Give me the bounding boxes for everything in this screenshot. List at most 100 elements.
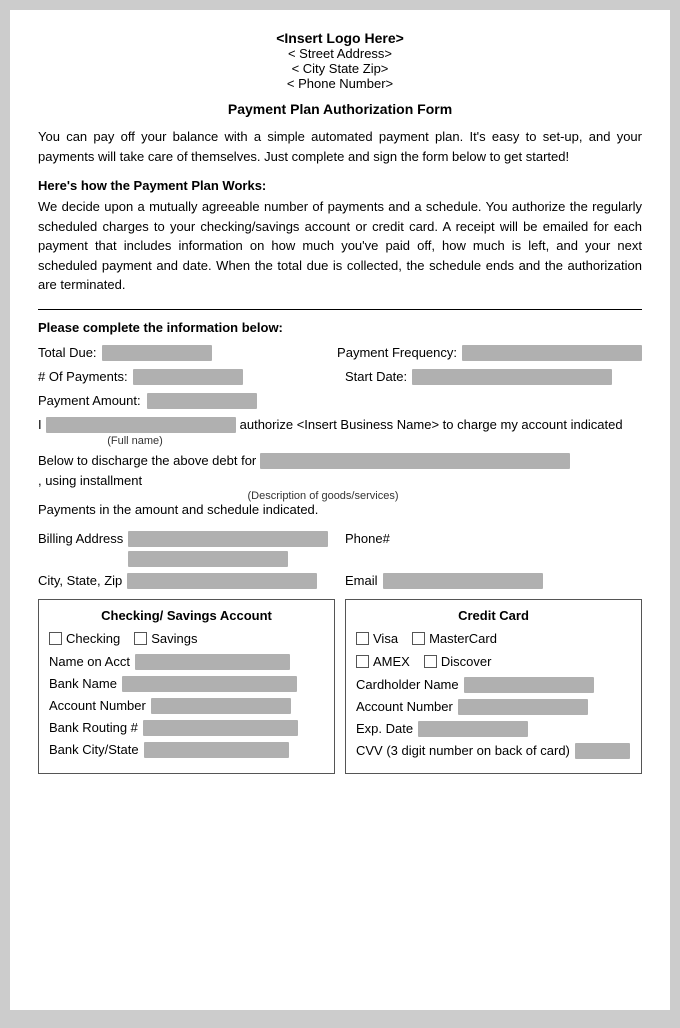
payment-frequency-label: Payment Frequency: xyxy=(337,345,457,360)
exp-date-input[interactable] xyxy=(418,721,528,737)
section-divider xyxy=(38,309,642,310)
row-payment-amount: Payment Amount: xyxy=(38,393,642,409)
checking-savings-title: Checking/ Savings Account xyxy=(49,608,324,623)
cc-account-number-row: Account Number xyxy=(356,699,631,715)
using-installment-text: , using installment xyxy=(38,473,142,488)
start-date-group: Start Date: xyxy=(345,369,642,385)
intro-text: You can pay off your balance with a simp… xyxy=(38,127,642,166)
city-state-zip-group: City, State, Zip xyxy=(38,573,335,589)
cc-account-number-label: Account Number xyxy=(356,699,453,714)
bank-city-state-row: Bank City/State xyxy=(49,742,324,758)
debt-row: Below to discharge the above debt for , … xyxy=(38,453,642,488)
checking-checkbox[interactable] xyxy=(49,632,62,645)
city-state-zip-label: City, State, Zip xyxy=(38,573,122,588)
exp-date-row: Exp. Date xyxy=(356,721,631,737)
account-number-label: Account Number xyxy=(49,698,146,713)
mastercard-checkbox[interactable] xyxy=(412,632,425,645)
checking-label: Checking xyxy=(66,631,120,646)
cardholder-name-row: Cardholder Name xyxy=(356,677,631,693)
bank-name-row: Bank Name xyxy=(49,676,324,692)
description-input[interactable] xyxy=(260,453,570,469)
authorize-text: authorize <Insert Business Name> to char… xyxy=(240,417,623,432)
bank-name-input[interactable] xyxy=(122,676,297,692)
payment-frequency-group: Payment Frequency: xyxy=(337,345,642,361)
discover-checkbox[interactable] xyxy=(424,655,437,668)
checking-savings-box: Checking/ Savings Account Checking Savin… xyxy=(38,599,335,774)
row-total-frequency: Total Due: Payment Frequency: xyxy=(38,345,642,361)
total-due-input[interactable] xyxy=(102,345,212,361)
account-number-row: Account Number xyxy=(49,698,324,714)
visa-checkbox[interactable] xyxy=(356,632,369,645)
amex-label: AMEX xyxy=(373,654,410,669)
cardholder-name-input[interactable] xyxy=(464,677,594,693)
start-date-label: Start Date: xyxy=(345,369,407,384)
amex-checkbox[interactable] xyxy=(356,655,369,668)
accounts-section: Checking/ Savings Account Checking Savin… xyxy=(38,599,642,774)
start-date-input[interactable] xyxy=(412,369,612,385)
billing-address-label: Billing Address xyxy=(38,531,123,546)
form-title: Payment Plan Authorization Form xyxy=(38,101,642,117)
full-name-input[interactable] xyxy=(46,417,236,433)
street-address: < Street Address> xyxy=(38,46,642,61)
payment-frequency-input[interactable] xyxy=(462,345,642,361)
city-state-zip: < City State Zip> xyxy=(38,61,642,76)
name-on-acct-row: Name on Acct xyxy=(49,654,324,670)
amex-discover-row: AMEX Discover xyxy=(356,654,631,669)
discover-label: Discover xyxy=(441,654,492,669)
billing-phone-row: Billing Address Phone# xyxy=(38,531,642,567)
email-input[interactable] xyxy=(383,573,543,589)
num-payments-label: # Of Payments: xyxy=(38,369,128,384)
phone-number: < Phone Number> xyxy=(38,76,642,91)
logo-text: <Insert Logo Here> xyxy=(38,30,642,46)
total-due-label: Total Due: xyxy=(38,345,97,360)
phone-label: Phone# xyxy=(345,531,390,546)
billing-address-input[interactable] xyxy=(128,531,328,547)
checking-savings-checkboxes: Checking Savings xyxy=(49,631,324,646)
page: <Insert Logo Here> < Street Address> < C… xyxy=(10,10,670,1010)
discover-checkbox-item: Discover xyxy=(424,654,492,669)
bank-routing-label: Bank Routing # xyxy=(49,720,138,735)
checking-checkbox-item: Checking xyxy=(49,631,120,646)
how-it-works-body: We decide upon a mutually agreeable numb… xyxy=(38,197,642,295)
cc-account-number-input[interactable] xyxy=(458,699,588,715)
bank-city-state-input[interactable] xyxy=(144,742,289,758)
credit-card-box: Credit Card Visa MasterCard AMEX xyxy=(345,599,642,774)
payment-amount-input[interactable] xyxy=(147,393,257,409)
name-on-acct-input[interactable] xyxy=(135,654,290,670)
bank-routing-row: Bank Routing # xyxy=(49,720,324,736)
cardholder-name-label: Cardholder Name xyxy=(356,677,459,692)
description-label: (Description of goods/services) xyxy=(168,490,478,502)
billing-address-group: Billing Address xyxy=(38,531,335,567)
cvv-input[interactable] xyxy=(575,743,630,759)
city-state-zip-input[interactable] xyxy=(127,573,317,589)
savings-checkbox-item: Savings xyxy=(134,631,197,646)
mastercard-label: MasterCard xyxy=(429,631,497,646)
below-text: Below to discharge the above debt for xyxy=(38,453,256,468)
billing-address-inputs xyxy=(128,531,328,567)
account-number-input[interactable] xyxy=(151,698,291,714)
credit-card-title: Credit Card xyxy=(356,608,631,623)
payment-amount-label: Payment Amount: xyxy=(38,393,141,408)
billing-address-input2[interactable] xyxy=(128,551,288,567)
bank-routing-input[interactable] xyxy=(143,720,298,736)
bank-city-state-label: Bank City/State xyxy=(49,742,139,757)
payments-text: Payments in the amount and schedule indi… xyxy=(38,502,642,517)
bank-name-label: Bank Name xyxy=(49,676,117,691)
how-it-works-title: Here's how the Payment Plan Works: xyxy=(38,178,642,193)
row-payments-startdate: # Of Payments: Start Date: xyxy=(38,369,642,385)
total-due-group: Total Due: xyxy=(38,345,327,361)
visa-mastercard-row: Visa MasterCard xyxy=(356,631,631,646)
cvv-label: CVV (3 digit number on back of card) xyxy=(356,743,570,758)
visa-checkbox-item: Visa xyxy=(356,631,398,646)
name-on-acct-label: Name on Acct xyxy=(49,654,130,669)
savings-label: Savings xyxy=(151,631,197,646)
num-payments-group: # Of Payments: xyxy=(38,369,335,385)
email-label: Email xyxy=(345,573,378,588)
city-email-row: City, State, Zip Email xyxy=(38,573,642,589)
num-payments-input[interactable] xyxy=(133,369,243,385)
phone-group: Phone# xyxy=(345,531,642,546)
amex-checkbox-item: AMEX xyxy=(356,654,410,669)
savings-checkbox[interactable] xyxy=(134,632,147,645)
authorize-row: I authorize <Insert Business Name> to ch… xyxy=(38,417,642,433)
email-group: Email xyxy=(345,573,642,589)
